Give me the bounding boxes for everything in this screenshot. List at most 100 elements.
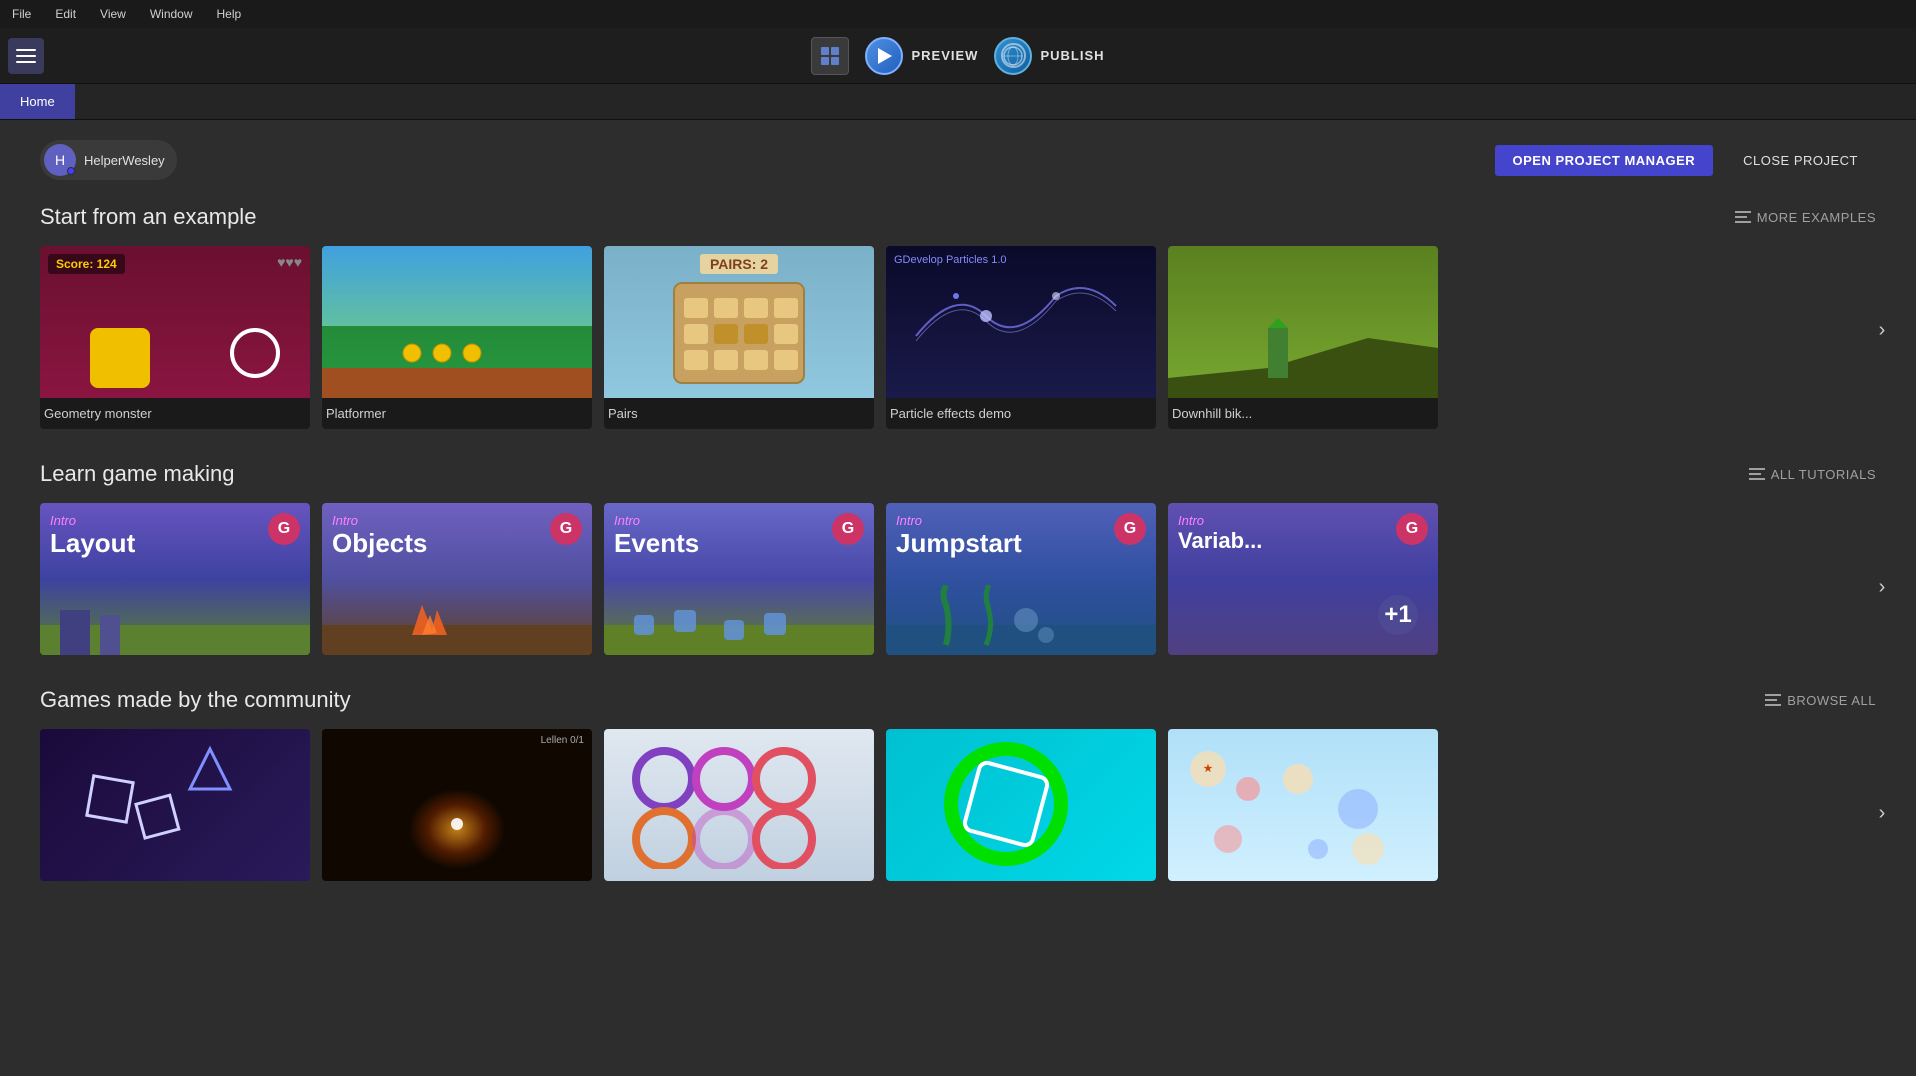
tab-home-label: Home — [20, 94, 55, 109]
tab-home[interactable]: Home — [0, 84, 75, 119]
monster-shape — [90, 328, 150, 388]
tutorials-list-icon — [1749, 468, 1765, 480]
example-card-platformer-label: Platformer — [322, 398, 592, 429]
browse-all-link[interactable]: BROWSE ALL — [1765, 693, 1876, 708]
tutorial-card-objects[interactable]: Intro Objects G — [322, 503, 592, 655]
tutorial-jumpstart-badge: Intro Jumpstart — [896, 513, 1022, 559]
user-bar: H HelperWesley OPEN PROJECT MANAGER CLOS… — [40, 140, 1876, 180]
community-cards-wrapper: Lellen 0/1 — [40, 729, 1876, 881]
hand-shape — [230, 328, 280, 378]
example-card-pairs-image: PAIRS: 2 — [604, 246, 874, 398]
community-card-1[interactable] — [40, 729, 310, 881]
avatar-icon: H — [44, 144, 76, 176]
tutorial-events-logo: G — [832, 513, 864, 545]
tutorials-scroll-right-arrow[interactable]: › — [1868, 573, 1896, 601]
close-project-button[interactable]: CLOSE PROJECT — [1725, 145, 1876, 176]
pairs-label: PAIRS: 2 — [700, 254, 778, 274]
toolbar-gdevelop-icon[interactable] — [811, 37, 849, 75]
tutorial-layout-logo: G — [268, 513, 300, 545]
tutorial-objects-image: Intro Objects G — [322, 503, 592, 655]
tutorial-card-events[interactable]: Intro Events G — [604, 503, 874, 655]
browse-all-label: BROWSE ALL — [1787, 693, 1876, 708]
community-card-3[interactable] — [604, 729, 874, 881]
tutorial-objects-logo: G — [550, 513, 582, 545]
tutorial-variables-name: Variab... — [1178, 528, 1262, 554]
all-tutorials-link[interactable]: ALL TUTORIALS — [1749, 467, 1876, 482]
menu-help[interactable]: Help — [213, 5, 246, 23]
preview-label: PREVIEW — [911, 48, 978, 63]
username-label: HelperWesley — [84, 153, 165, 168]
list-icon — [1735, 211, 1751, 223]
example-card-particles[interactable]: GDevelop Particles 1.0 Particle effects … — [886, 246, 1156, 429]
tutorial-jumpstart-intro: Intro — [896, 513, 1022, 528]
tutorials-title: Learn game making — [40, 461, 234, 487]
avatar-status-dot — [67, 167, 75, 175]
example-card-pairs-label: Pairs — [604, 398, 874, 429]
tutorial-card-jumpstart[interactable]: Intro Jumpstart G — [886, 503, 1156, 655]
user-avatar[interactable]: H HelperWesley — [40, 140, 177, 180]
example-card-platformer[interactable]: ✕3 Platformer — [322, 246, 592, 429]
open-project-manager-button[interactable]: OPEN PROJECT MANAGER — [1495, 145, 1714, 176]
example-card-platformer-image: ✕3 — [322, 246, 592, 398]
plus-one-badge: +1 — [1378, 595, 1418, 635]
tutorials-section-header: Learn game making ALL TUTORIALS — [40, 461, 1876, 487]
tutorial-variables-image: Intro Variab... G +1 — [1168, 503, 1438, 655]
tutorial-events-badge: Intro Events — [614, 513, 699, 559]
tutorial-variables-logo: G — [1396, 513, 1428, 545]
tab-bar: Home — [0, 84, 1916, 120]
community-cards-row: Lellen 0/1 — [40, 729, 1876, 881]
examples-section-header: Start from an example MORE EXAMPLES — [40, 204, 1876, 230]
community-scroll-right-arrow[interactable]: › — [1868, 799, 1896, 827]
menu-bar: File Edit View Window Help — [0, 0, 1916, 28]
tutorial-card-variables[interactable]: Intro Variab... G +1 — [1168, 503, 1438, 655]
user-actions: OPEN PROJECT MANAGER CLOSE PROJECT — [1495, 145, 1877, 176]
examples-cards-wrapper: Score: 124 ♥♥♥ Geometry monster ✕3 — [40, 246, 1876, 429]
example-card-geometry-label: Geometry monster — [40, 398, 310, 429]
community-section-header: Games made by the community BROWSE ALL — [40, 687, 1876, 713]
community-card-2[interactable]: Lellen 0/1 — [322, 729, 592, 881]
community-title: Games made by the community — [40, 687, 351, 713]
tutorial-jumpstart-logo: G — [1114, 513, 1146, 545]
example-card-particles-image: GDevelop Particles 1.0 — [886, 246, 1156, 398]
example-card-pairs[interactable]: PAIRS: 2 — [604, 246, 874, 429]
examples-scroll-right-arrow[interactable]: › — [1868, 316, 1896, 344]
menu-file[interactable]: File — [8, 5, 35, 23]
example-card-downhill-label: Downhill bik... — [1168, 398, 1438, 429]
publish-label: PUBLISH — [1040, 48, 1104, 63]
toolbar-left — [8, 38, 44, 74]
tutorial-jumpstart-name: Jumpstart — [896, 528, 1022, 559]
examples-title: Start from an example — [40, 204, 256, 230]
more-examples-link[interactable]: MORE EXAMPLES — [1735, 210, 1876, 225]
tutorials-cards-row: Intro Layout G Intro Objects — [40, 503, 1876, 655]
example-card-particles-label: Particle effects demo — [886, 398, 1156, 429]
main-content: H HelperWesley OPEN PROJECT MANAGER CLOS… — [0, 120, 1916, 1076]
preview-button[interactable]: PREVIEW — [865, 37, 978, 75]
example-card-geometry-image: Score: 124 ♥♥♥ — [40, 246, 310, 398]
community-card-5[interactable]: ★ — [1168, 729, 1438, 881]
publish-button[interactable]: PUBLISH — [994, 37, 1104, 75]
tutorial-layout-badge: Intro Layout — [50, 513, 135, 559]
community-card-4-image — [886, 729, 1156, 881]
tutorial-layout-name: Layout — [50, 528, 135, 559]
community-card-4[interactable] — [886, 729, 1156, 881]
example-card-geometry[interactable]: Score: 124 ♥♥♥ Geometry monster — [40, 246, 310, 429]
tutorial-variables-intro: Intro — [1178, 513, 1262, 528]
tutorial-objects-badge: Intro Objects — [332, 513, 427, 559]
platformer-sky — [322, 246, 592, 326]
tutorial-events-name: Events — [614, 528, 699, 559]
tutorial-objects-name: Objects — [332, 528, 427, 559]
community-card-5-image: ★ — [1168, 729, 1438, 881]
menu-window[interactable]: Window — [146, 5, 197, 23]
tutorial-card-layout[interactable]: Intro Layout G — [40, 503, 310, 655]
svg-text:★: ★ — [1204, 764, 1213, 775]
hamburger-menu-icon[interactable] — [8, 38, 44, 74]
example-card-downhill[interactable]: Downhill bik... — [1168, 246, 1438, 429]
menu-view[interactable]: View — [96, 5, 130, 23]
tutorial-variables-badge: Intro Variab... — [1178, 513, 1262, 554]
community-card-1-image — [40, 729, 310, 881]
tutorial-layout-intro: Intro — [50, 513, 135, 528]
community-2-score: Lellen 0/1 — [541, 735, 584, 746]
score-overlay: Score: 124 — [48, 254, 125, 274]
menu-edit[interactable]: Edit — [51, 5, 80, 23]
publish-globe-icon — [994, 37, 1032, 75]
